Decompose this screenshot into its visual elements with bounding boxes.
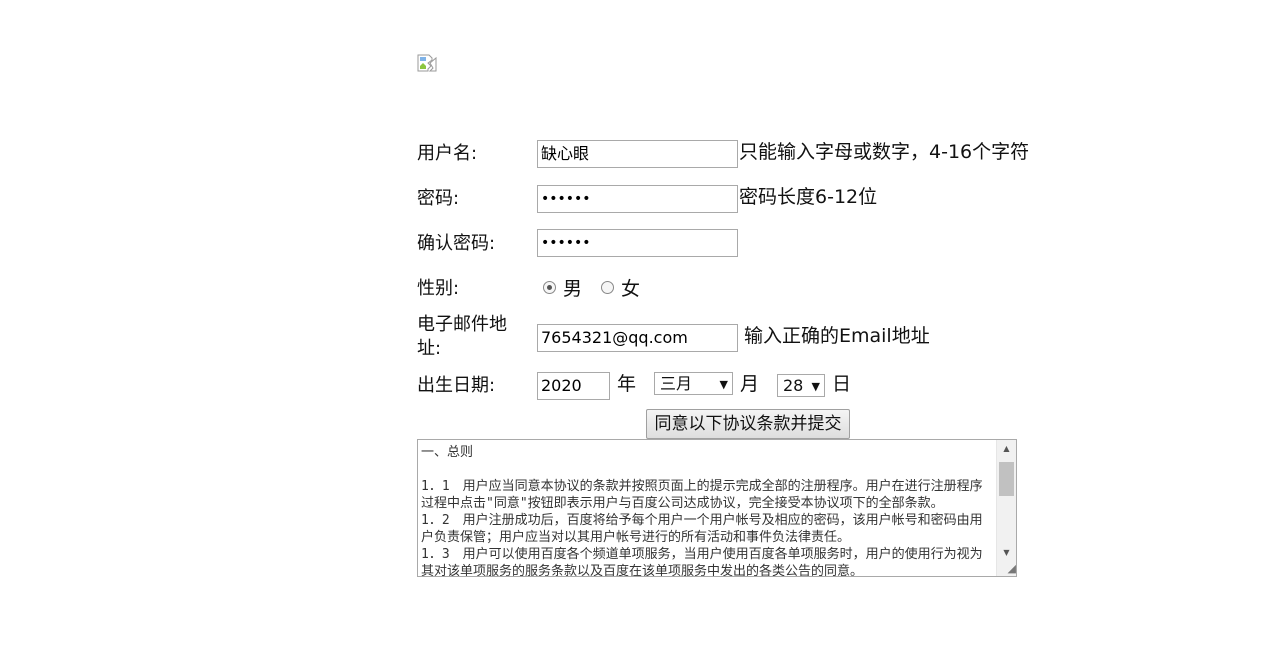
confirm-password-input[interactable]: •••••• bbox=[537, 229, 738, 257]
gender-male-label: 男 bbox=[563, 278, 583, 300]
scroll-down-icon[interactable]: ▼ bbox=[997, 544, 1016, 561]
password-label: 密码: bbox=[417, 188, 460, 209]
username-tip: 只能输入字母或数字，4-16个字符 bbox=[739, 141, 1030, 163]
chevron-down-icon: ▼ bbox=[811, 380, 820, 393]
password-tip: 密码长度6-12位 bbox=[739, 186, 878, 208]
gender-female-radio[interactable] bbox=[601, 281, 614, 294]
birth-year-unit: 年 bbox=[617, 373, 637, 395]
email-tip: 输入正确的Email地址 bbox=[744, 325, 930, 347]
broken-image-icon bbox=[417, 54, 437, 72]
agreement-scrollbar[interactable]: ▲ ▼ bbox=[996, 440, 1016, 576]
birth-day-value: 28 bbox=[783, 376, 804, 395]
birth-month-value: 三月 bbox=[660, 374, 693, 393]
scroll-up-icon[interactable]: ▲ bbox=[997, 440, 1016, 457]
agreement-text: 一、总则 1．1 用户应当同意本协议的条款并按照页面上的提示完成全部的注册程序。… bbox=[421, 445, 983, 577]
birthday-label: 出生日期: bbox=[417, 375, 496, 396]
scroll-thumb[interactable] bbox=[999, 462, 1014, 496]
birth-month-select[interactable]: 三月 ▼ bbox=[654, 372, 733, 395]
agreement-textarea[interactable]: 一、总则 1．1 用户应当同意本协议的条款并按照页面上的提示完成全部的注册程序。… bbox=[417, 439, 1017, 577]
password-input[interactable]: •••••• bbox=[537, 185, 738, 213]
gender-label: 性别: bbox=[417, 278, 460, 299]
email-input[interactable]: 7654321@qq.com bbox=[537, 324, 738, 352]
birth-month-unit: 月 bbox=[740, 373, 760, 395]
email-label-line2: 址: bbox=[417, 338, 442, 359]
birth-year-input[interactable]: 2020 bbox=[537, 372, 610, 400]
username-input[interactable]: 缺心眼 bbox=[537, 140, 738, 168]
chevron-down-icon: ▼ bbox=[719, 378, 728, 391]
confirm-password-label: 确认密码: bbox=[417, 233, 496, 254]
resize-grip-icon[interactable]: ◢ bbox=[1000, 562, 1016, 576]
agree-submit-button[interactable]: 同意以下协议条款并提交 bbox=[646, 409, 850, 439]
birth-day-select[interactable]: 28 ▼ bbox=[777, 374, 825, 397]
gender-male-radio[interactable] bbox=[543, 281, 556, 294]
email-label-line1: 电子邮件地 bbox=[417, 314, 507, 335]
birth-day-unit: 日 bbox=[832, 373, 852, 395]
email-label: 电子邮件地 址: bbox=[417, 313, 507, 361]
gender-female-label: 女 bbox=[621, 278, 641, 300]
username-label: 用户名: bbox=[417, 143, 478, 164]
